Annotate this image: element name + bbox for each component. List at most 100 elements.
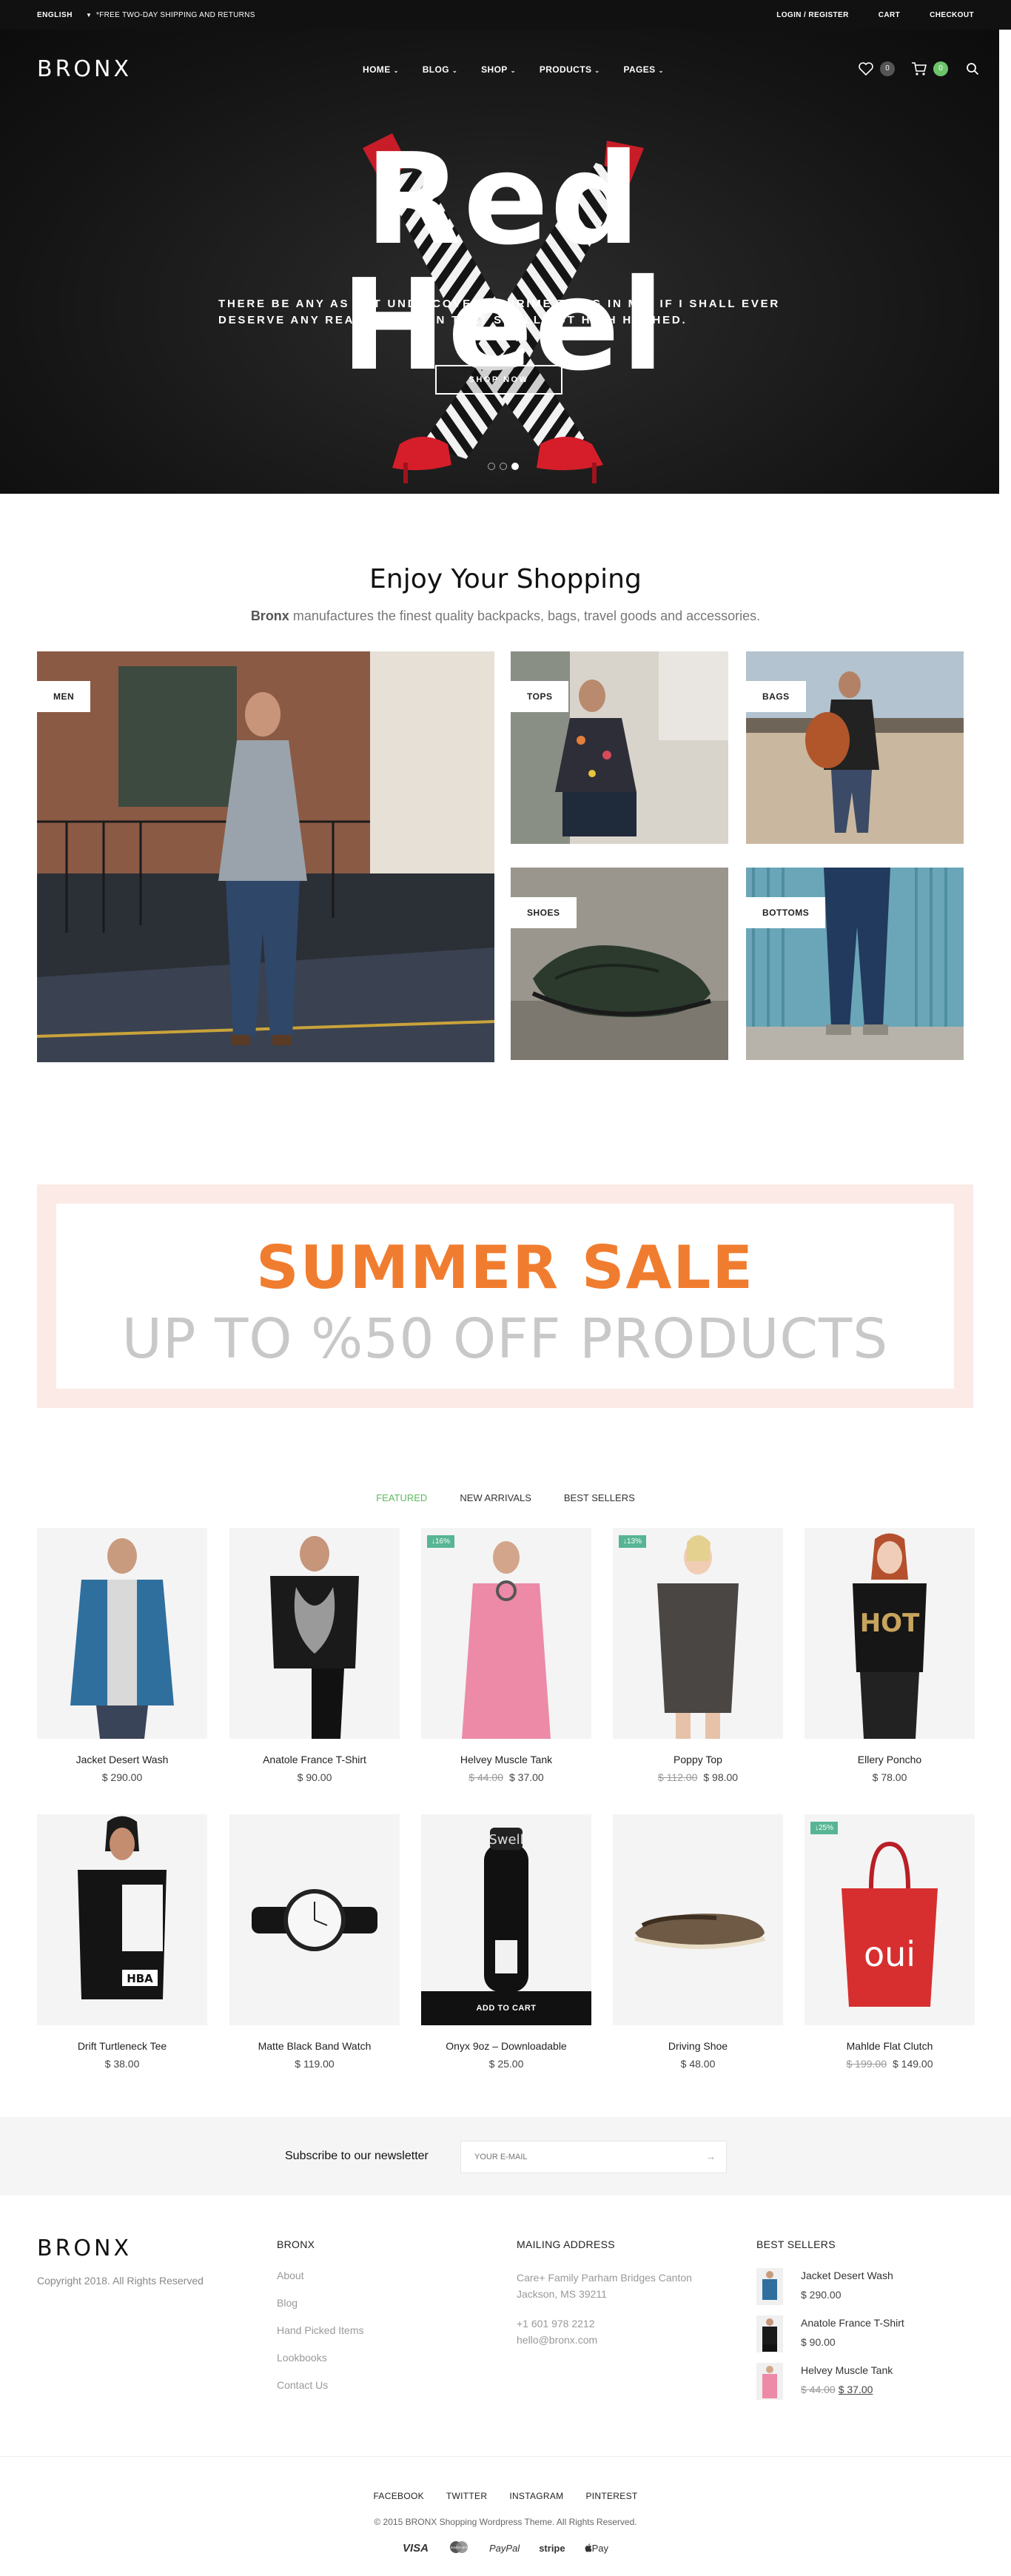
product-image[interactable]: Swell ADD TO CART [421,1814,591,2025]
category-tile-bottoms[interactable]: BOTTOMS [746,868,964,1060]
product-image[interactable]: ↓13% [613,1528,783,1739]
product-image[interactable] [229,1528,400,1739]
newsletter-label: Subscribe to our newsletter [285,2150,429,2162]
social-link-twitter[interactable]: TWITTER [446,2491,487,2501]
product-price: $ 290.00 [37,1771,207,1783]
email-address[interactable]: hello@bronx.com [517,2332,692,2348]
best-seller-name[interactable]: Helvey Muscle Tank [801,2364,893,2376]
add-to-cart-button[interactable]: ADD TO CART [421,1991,591,2025]
top-bar: ENGLISH ▼ *FREE TWO-DAY SHIPPING AND RETU… [0,0,1011,30]
category-tile-shoes[interactable]: SHOES [511,868,728,1060]
main-menu: HOME ⌄ BLOG ⌄ SHOP ⌄ PRODUCTS ⌄ PAGES ⌄ [363,64,664,75]
newsletter-section: Subscribe to our newsletter → [0,2117,1011,2196]
product-card[interactable]: ↓13% Poppy Top $ 112.00 $ 98.00 [613,1528,783,1783]
product-card[interactable]: ↓16% Helvey Muscle Tank $ 44.00 $ 37.00 [421,1528,591,1783]
svg-text:HOT: HOT [860,1609,920,1638]
current-price: $ 149.00 [893,2058,933,2070]
old-price: $ 44.00 [801,2384,836,2395]
tab-best-sellers[interactable]: BEST SELLERS [564,1492,635,1503]
product-name[interactable]: Jacket Desert Wash [37,1754,207,1765]
menu-item-shop[interactable]: SHOP ⌄ [481,64,516,75]
chevron-down-icon: ⌄ [658,67,664,74]
cart-link[interactable]: CART [879,11,900,19]
best-seller-name[interactable]: Anatole France T-Shirt [801,2317,904,2329]
login-register-link[interactable]: LOGIN / REGISTER [776,11,849,19]
social-links: FACEBOOK TWITTER INSTAGRAM PINTEREST [0,2491,1011,2501]
product-image[interactable] [229,1814,400,2025]
arrow-right-icon[interactable]: → [705,2150,716,2162]
social-link-instagram[interactable]: INSTAGRAM [509,2491,563,2501]
social-link-facebook[interactable]: FACEBOOK [373,2491,423,2501]
site-logo[interactable]: BRONX [37,56,132,82]
product-name[interactable]: Ellery Poncho [805,1754,975,1765]
category-tile-men[interactable]: MEN [37,651,494,1062]
product-card[interactable]: HOT Ellery Poncho $ 78.00 [805,1528,975,1783]
payment-methods: VISA mastercard PayPal stripe Pay [0,2540,1011,2556]
product-image[interactable]: oui ↓25% [805,1814,975,2025]
best-seller-name[interactable]: Jacket Desert Wash [801,2270,893,2281]
search-icon[interactable] [964,61,981,77]
menu-label: PAGES [623,64,656,75]
product-image[interactable]: ↓16% [421,1528,591,1739]
best-seller-thumb[interactable] [756,2315,783,2352]
product-name[interactable]: Matte Black Band Watch [229,2040,400,2052]
tab-new-arrivals[interactable]: NEW ARRIVALS [460,1492,531,1503]
heart-icon[interactable] [858,61,874,77]
language-selector[interactable]: ENGLISH ▼ [37,11,92,19]
summer-sale-banner[interactable]: SUMMER SALE UP TO %50 OFF PRODUCTS [37,1184,973,1408]
product-card[interactable]: Swell ADD TO CART Onyx 9oz – Downloadabl… [421,1814,591,2070]
product-name[interactable]: Helvey Muscle Tank [421,1754,591,1765]
product-image[interactable] [37,1528,207,1739]
slider-dot[interactable] [488,463,495,470]
product-name[interactable]: Anatole France T-Shirt [229,1754,400,1765]
discount-badge: ↓25% [810,1822,839,1834]
product-name[interactable]: Drift Turtleneck Tee [37,2040,207,2052]
best-seller-price: $ 290.00 [801,2289,842,2301]
chevron-down-icon: ⌄ [510,67,516,74]
best-seller-thumb[interactable] [756,2268,783,2305]
cart-icon[interactable] [911,61,927,77]
category-tile-bags[interactable]: BAGS [746,651,964,844]
product-image[interactable]: HOT [805,1528,975,1739]
product-name[interactable]: Mahlde Flat Clutch [805,2040,975,2052]
footer-link-contact[interactable]: Contact Us [277,2379,364,2406]
menu-label: HOME [363,64,391,75]
product-card[interactable]: HBA Drift Turtleneck Tee $ 38.00 [37,1814,207,2070]
chevron-down-icon: ⌄ [451,67,458,74]
product-image[interactable]: HBA [37,1814,207,2025]
footer-link-hand-picked[interactable]: Hand Picked Items [277,2324,364,2352]
product-name[interactable]: Driving Shoe [613,2040,783,2052]
footer-link-about[interactable]: About [277,2270,364,2297]
slider-dot[interactable] [500,463,507,470]
discount-badge: ↓16% [427,1535,455,1548]
best-seller-price: $ 44.00 $ 37.00 [801,2384,873,2395]
product-image[interactable] [613,1814,783,2025]
menu-item-home[interactable]: HOME ⌄ [363,64,399,75]
product-price: $ 25.00 [421,2058,591,2070]
product-card[interactable]: Driving Shoe $ 48.00 [613,1814,783,2070]
old-price: $ 44.00 [468,1771,503,1783]
slider-dot-active[interactable] [511,463,519,470]
tab-featured[interactable]: FEATURED [376,1492,427,1503]
product-name[interactable]: Poppy Top [613,1754,783,1765]
footer-link-lookbooks[interactable]: Lookbooks [277,2352,364,2379]
shop-now-button[interactable]: SHOP NOW [435,365,562,395]
email-field[interactable] [461,2141,683,2173]
footer-link-blog[interactable]: Blog [277,2297,364,2324]
social-link-pinterest[interactable]: PINTEREST [585,2491,637,2501]
product-card[interactable]: Jacket Desert Wash $ 290.00 [37,1528,207,1783]
menu-item-blog[interactable]: BLOG ⌄ [423,64,457,75]
product-card[interactable]: oui ↓25% Mahlde Flat Clutch $ 199.00 $ 14… [805,1814,975,2070]
product-card[interactable]: Matte Black Band Watch $ 119.00 [229,1814,400,2070]
product-name[interactable]: Onyx 9oz – Downloadable [421,2040,591,2052]
menu-item-pages[interactable]: PAGES ⌄ [623,64,663,75]
footer-logo[interactable]: BRONX [37,2235,132,2261]
best-seller-thumb[interactable] [756,2363,783,2400]
checkout-link[interactable]: CHECKOUT [930,11,974,19]
phone-number[interactable]: +1 601 978 2212 [517,2315,692,2332]
category-tile-tops[interactable]: TOPS [511,651,728,844]
product-card[interactable]: Anatole France T-Shirt $ 90.00 [229,1528,400,1783]
visa-icon: VISA [402,2542,429,2555]
menu-item-products[interactable]: PRODUCTS ⌄ [540,64,600,75]
footer-col-title: MAILING ADDRESS [517,2238,615,2250]
